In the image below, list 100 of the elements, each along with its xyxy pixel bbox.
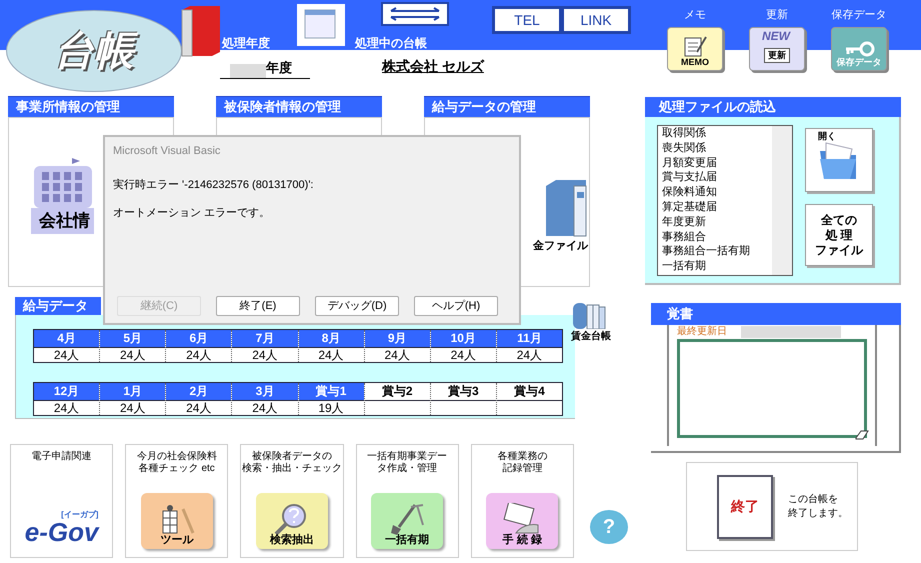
shortcut-label: 手 続 録 xyxy=(502,535,542,546)
tool-caption: 保存データ xyxy=(832,10,886,21)
exit-note: この台帳を xyxy=(788,492,839,506)
egov-sub: [イーガブ] xyxy=(61,511,98,519)
employee-count: 24人 xyxy=(298,347,364,362)
file-list-item[interactable]: 取得関係 xyxy=(662,126,772,141)
month-header[interactable]: 5月 xyxy=(100,330,166,347)
month-header[interactable]: 6月 xyxy=(166,330,232,347)
shortcut-caption: 一括有期事業デー xyxy=(367,451,448,462)
shortcut-label: ツール xyxy=(160,535,194,546)
tool-button[interactable]: MEMO xyxy=(667,27,723,71)
section-label: 金ファイル xyxy=(533,238,588,254)
tool-caption: 更新 xyxy=(766,10,788,21)
last-updated-label: 最終更新日 xyxy=(677,327,727,337)
employee-count: 24人 xyxy=(364,347,430,362)
employee-count: 24人 xyxy=(166,400,232,415)
shortcut-caption: 各種業務の xyxy=(497,451,548,462)
tool-label: MEMO xyxy=(681,58,709,67)
section-label: 会社情 xyxy=(31,208,94,234)
tool-caption: メモ xyxy=(684,10,706,21)
file-list-item[interactable]: 喪失関係 xyxy=(662,140,772,156)
tool-label: 保存データ xyxy=(836,58,882,67)
section-title: 事業所情報の管理 xyxy=(8,97,174,117)
switch-button[interactable] xyxy=(381,2,449,26)
file-list-item[interactable]: 一括有期 xyxy=(662,259,772,274)
wage-ledger-label: 賃金台帳 xyxy=(571,330,611,344)
building-icon xyxy=(32,158,94,208)
error-message: 実行時エラー '-2146232576 (80131700)': xyxy=(113,178,314,192)
egov-logo: e-Gov xyxy=(24,519,98,545)
file-panel-title: 処理ファイルの読込 xyxy=(645,97,901,117)
employee-count: 24人 xyxy=(34,347,100,362)
shortcut-label: 一括有期 xyxy=(385,535,430,546)
file-list-item[interactable]: 保険料通知 xyxy=(662,185,772,200)
shortcut-tile[interactable]: 今月の社会保険料 各種チェック etc ツール xyxy=(125,444,228,558)
dialog-button[interactable]: 終了(E) xyxy=(216,296,300,316)
month-header[interactable]: 2月 xyxy=(166,383,232,400)
month-header[interactable]: 8月 xyxy=(298,330,364,347)
shortcut-caption: 検索・抽出・チェック xyxy=(242,463,342,475)
employee-count: 24人 xyxy=(100,400,166,415)
dialog-button[interactable]: ヘルプ(H) xyxy=(414,296,498,316)
employee-count: 24人 xyxy=(232,400,298,415)
memo-field[interactable] xyxy=(677,339,867,438)
binder-icon xyxy=(544,178,588,238)
shortcut-caption: 各種チェック etc xyxy=(138,463,215,475)
header-button[interactable]: TEL xyxy=(494,8,560,32)
dialog-title: Microsoft Visual Basic xyxy=(113,144,222,159)
eraser-icon xyxy=(855,430,869,440)
file-list-item[interactable]: 事務組合 xyxy=(662,230,772,244)
month-header[interactable]: 11月 xyxy=(496,330,562,347)
header-button[interactable]: LINK xyxy=(563,8,629,32)
month-header[interactable]: 4月 xyxy=(34,330,100,347)
binder-icon xyxy=(180,4,222,58)
calendar-icon xyxy=(297,4,345,46)
file-list-item[interactable]: 事務組合一括有期 xyxy=(662,244,772,260)
open-button[interactable]: 開く xyxy=(805,128,873,192)
file-list-item[interactable]: 賞与支払届 xyxy=(662,170,772,186)
tool-button[interactable]: NEW 更新 xyxy=(749,27,805,71)
shortcut-caption: 電子申請関連 xyxy=(32,451,92,463)
shortcut-caption: 今月の社会保険料 xyxy=(136,451,217,463)
all-files-button[interactable]: 全ての 処 理 ファイル xyxy=(805,204,873,266)
error-detail: オートメーション エラーです。 xyxy=(113,206,272,221)
exit-button[interactable]: 終了 xyxy=(717,474,773,538)
year-suffix: 年度 xyxy=(266,59,292,77)
company-name: 株式会社 セルズ xyxy=(382,57,484,76)
file-list[interactable]: 取得関係 喪失関係 月額変更届 賞与支払届 保険料通知 算定基礎届 年度更新 事務組合 事務組合一括有期 一括有期 xyxy=(657,125,793,276)
employee-count: 24人 xyxy=(232,347,298,362)
shortcut-caption: 被保険者データの xyxy=(252,451,332,462)
shortcut-tile[interactable]: 被保険者データの 検索・抽出・チェック 検索抽出 xyxy=(240,444,344,558)
ledger-label: 処理中の台帳 xyxy=(355,35,427,52)
salary-title: 給与データ xyxy=(15,297,101,315)
shortcut-tile[interactable]: 一括有期事業デー タ作成・管理 一括有期 xyxy=(356,444,459,558)
employee-count: 24人 xyxy=(100,347,166,362)
month-header[interactable]: 1月 xyxy=(100,383,166,400)
file-list-item[interactable]: 月額変更届 xyxy=(662,156,772,170)
employee-count: 24人 xyxy=(166,347,232,362)
month-header[interactable]: 賞与1 xyxy=(298,383,364,400)
employee-count: 24人 xyxy=(34,400,100,415)
month-header[interactable]: 7月 xyxy=(232,330,298,347)
month-header[interactable]: 3月 xyxy=(232,383,298,400)
exit-note: 終了します。 xyxy=(788,506,848,520)
shortcut-tile[interactable]: 各種業務の 記録管理 手 続 録 xyxy=(470,444,574,558)
year-label: 処理年度 xyxy=(222,35,270,52)
new-label: NEW xyxy=(762,30,790,42)
app-title: 台帳 xyxy=(46,25,142,77)
section-title: 被保険者情報の管理 xyxy=(216,97,382,117)
section-title: 給与データの管理 xyxy=(424,97,590,117)
shortcut-caption: タ作成・管理 xyxy=(377,463,438,475)
month-header[interactable]: 12月 xyxy=(34,383,100,400)
month-header[interactable]: 10月 xyxy=(430,330,496,347)
shortcut-tile[interactable]: 電子申請関連 [イーガブ] e-Gov xyxy=(10,444,114,558)
dialog-button[interactable]: デバッグ(D) xyxy=(315,296,399,316)
file-list-item[interactable]: 算定基礎届 xyxy=(662,200,772,215)
month-header[interactable]: 9月 xyxy=(364,330,430,347)
shortcut-label: 検索抽出 xyxy=(270,535,314,546)
tool-label: 更新 xyxy=(764,48,790,63)
memo-title: 覚書 xyxy=(651,303,901,325)
notepad-icon xyxy=(682,36,708,58)
shortcut-caption: 記録管理 xyxy=(502,463,542,475)
file-list-item[interactable]: 年度更新 xyxy=(662,214,772,230)
employee-count: 24人 xyxy=(430,347,496,362)
